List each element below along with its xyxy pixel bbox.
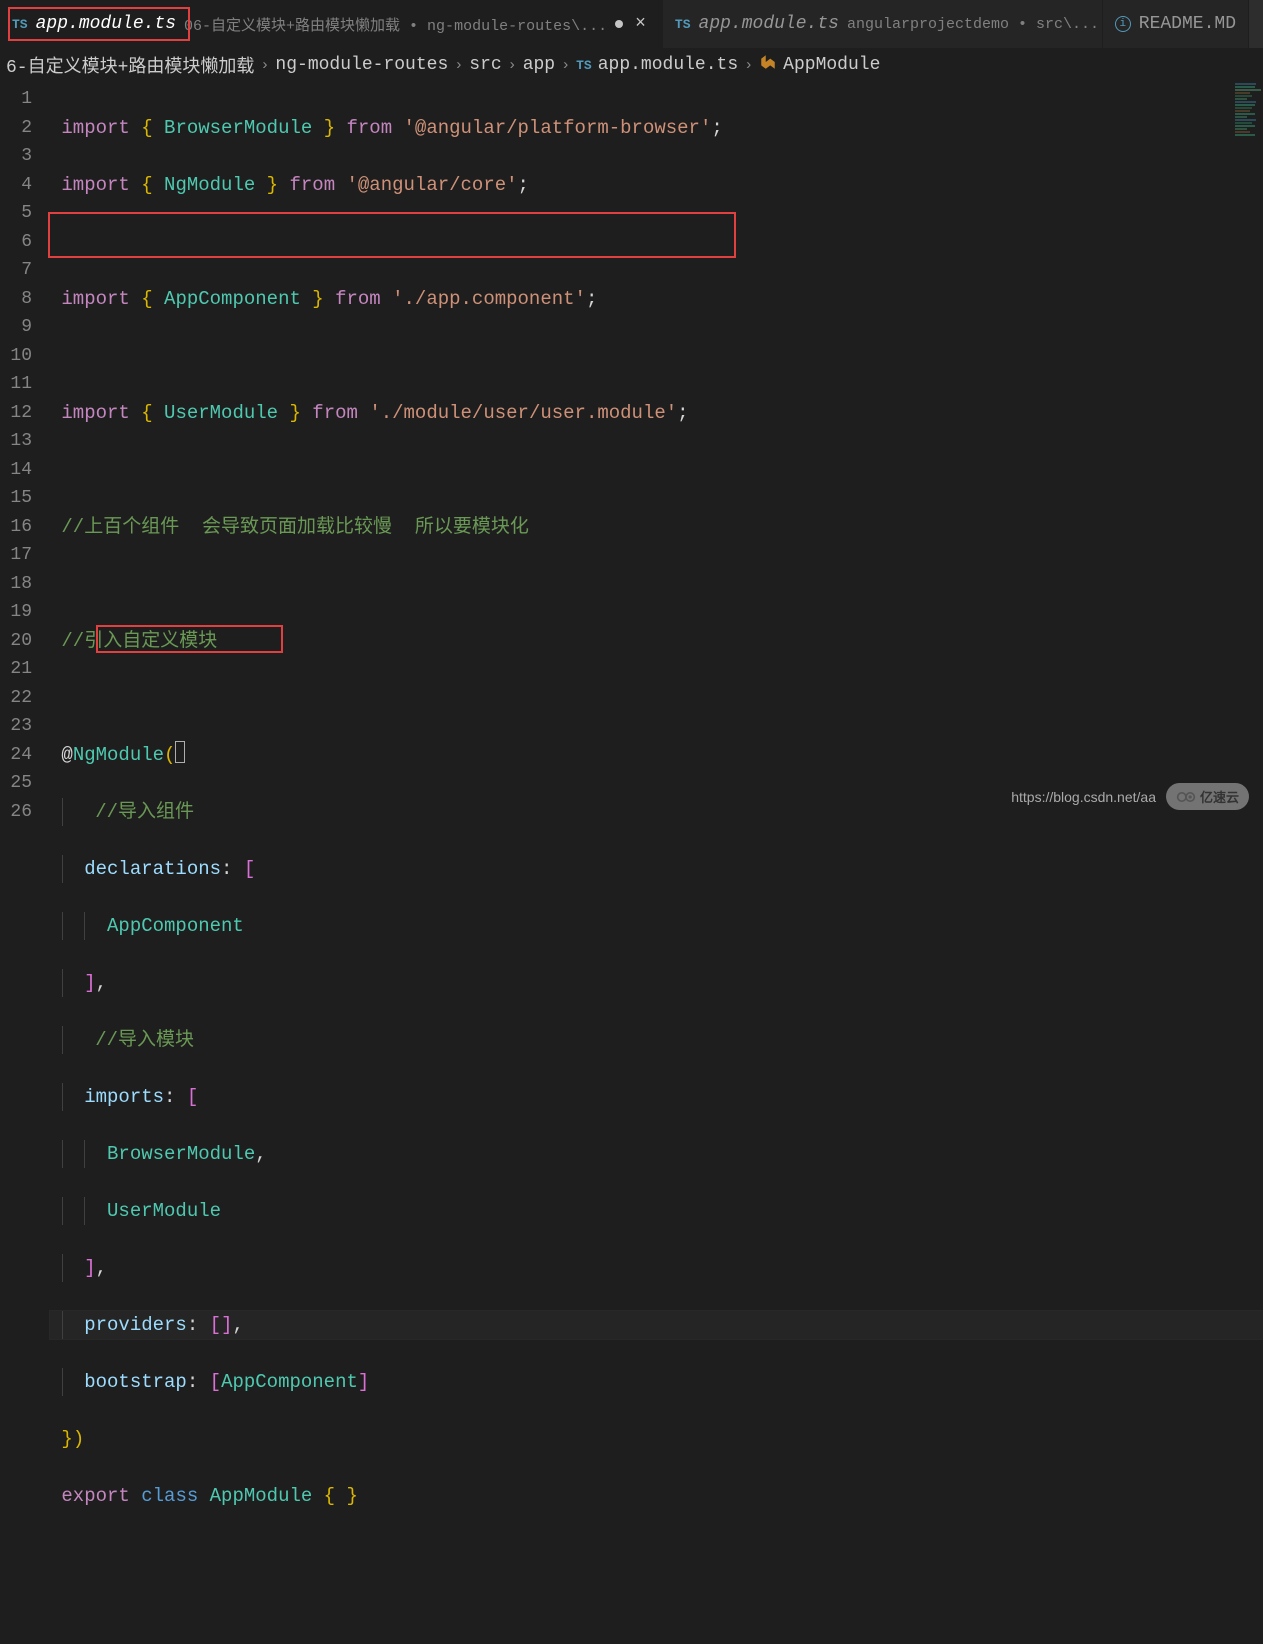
tab-path: 06-自定义模块+路由模块懒加载 • ng-module-routes\... — [184, 14, 607, 35]
tab-overflow — [1249, 0, 1263, 48]
module-symbol-icon — [759, 53, 777, 77]
code-line: ], — [50, 969, 1263, 998]
code-editor[interactable]: 12345 678910 1112131415 1617181920 21222… — [0, 82, 1263, 822]
code-line — [50, 456, 1263, 485]
editor-tabs: TS app.module.ts 06-自定义模块+路由模块懒加载 • ng-m… — [0, 0, 1263, 48]
code-line: //上百个组件 会导致页面加载比较慢 所以要模块化 — [50, 513, 1263, 542]
ts-icon: TS — [576, 58, 592, 73]
cursor — [175, 741, 185, 763]
code-line: import { BrowserModule } from '@angular/… — [50, 114, 1263, 143]
code-line: providers: [], — [50, 1311, 1263, 1340]
chevron-right-icon: › — [561, 57, 570, 74]
code-line: }) — [50, 1425, 1263, 1454]
breadcrumb-symbol[interactable]: AppModule — [783, 55, 880, 75]
breadcrumb-part[interactable]: src — [469, 55, 501, 75]
code-content[interactable]: import { BrowserModule } from '@angular/… — [50, 82, 1263, 822]
minimap[interactable] — [1233, 82, 1263, 212]
code-line: bootstrap: [AppComponent] — [50, 1368, 1263, 1397]
tab-path: angularprojectdemo • src\... — [847, 16, 1099, 33]
ts-icon: TS — [12, 17, 28, 32]
code-line: //引入自定义模块 — [50, 627, 1263, 656]
line-numbers: 12345 678910 1112131415 1617181920 21222… — [0, 82, 50, 822]
chevron-right-icon: › — [454, 57, 463, 74]
tab-filename: app.module.ts — [699, 14, 839, 34]
breadcrumb-part[interactable]: app — [523, 55, 555, 75]
watermark: https://blog.csdn.net/aa 亿速云 — [1011, 783, 1249, 810]
code-line: import { UserModule } from './module/use… — [50, 399, 1263, 428]
info-icon: i — [1115, 16, 1131, 32]
code-line — [50, 342, 1263, 371]
breadcrumb: 6-自定义模块+路由模块懒加载 › ng-module-routes › src… — [0, 48, 1263, 82]
code-line: ], — [50, 1254, 1263, 1283]
dirty-indicator-icon — [615, 20, 623, 28]
code-line: import { AppComponent } from './app.comp… — [50, 285, 1263, 314]
tab-app-module-other[interactable]: TS app.module.ts angularprojectdemo • sr… — [663, 0, 1103, 48]
code-line — [50, 684, 1263, 713]
watermark-url: https://blog.csdn.net/aa — [1011, 789, 1156, 805]
code-line: @NgModule( — [50, 741, 1263, 770]
code-line: imports: [ — [50, 1083, 1263, 1112]
ts-icon: TS — [675, 17, 691, 32]
code-line: declarations: [ — [50, 855, 1263, 884]
code-line: AppComponent — [50, 912, 1263, 941]
code-line: export class AppModule { } — [50, 1482, 1263, 1511]
chevron-right-icon: › — [260, 57, 269, 74]
tab-filename: app.module.ts — [36, 14, 176, 34]
code-line — [50, 570, 1263, 599]
breadcrumb-part[interactable]: 6-自定义模块+路由模块懒加载 — [6, 52, 254, 78]
breadcrumb-part[interactable]: ng-module-routes — [275, 55, 448, 75]
watermark-logo: 亿速云 — [1166, 783, 1249, 810]
tab-readme[interactable]: i README.MD — [1103, 0, 1249, 48]
code-line — [50, 1539, 1263, 1568]
breadcrumb-file[interactable]: app.module.ts — [598, 55, 738, 75]
code-line: UserModule — [50, 1197, 1263, 1226]
code-line — [50, 228, 1263, 257]
tab-app-module-active[interactable]: TS app.module.ts 06-自定义模块+路由模块懒加载 • ng-m… — [0, 0, 663, 48]
code-line: import { NgModule } from '@angular/core'… — [50, 171, 1263, 200]
code-line: //导入模块 — [50, 1026, 1263, 1055]
chevron-right-icon: › — [508, 57, 517, 74]
code-line: BrowserModule, — [50, 1140, 1263, 1169]
close-icon[interactable]: × — [631, 14, 650, 34]
chevron-right-icon: › — [744, 57, 753, 74]
tab-filename: README.MD — [1139, 14, 1236, 34]
